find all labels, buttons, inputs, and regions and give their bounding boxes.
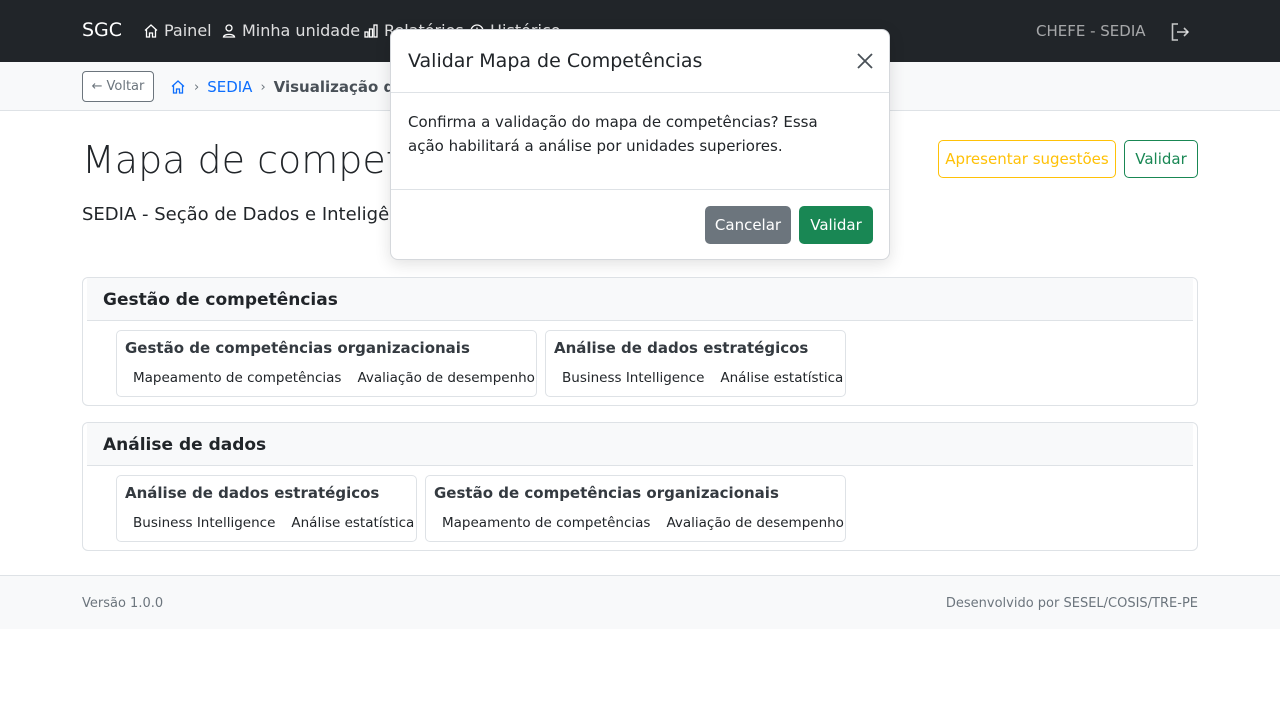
suggest-button[interactable]: Apresentar sugestões bbox=[938, 140, 1116, 178]
knowledge-item: Business Intelligence bbox=[133, 515, 276, 531]
modal-header: Validar Mapa de Competências bbox=[391, 30, 889, 93]
nav-item-painel[interactable]: Painel bbox=[143, 21, 212, 40]
knowledge-item: Avaliação de desempenho bbox=[357, 370, 535, 386]
modal-title: Validar Mapa de Competências bbox=[408, 50, 703, 72]
knowledge-list: Business Intelligence Análise estatístic… bbox=[133, 515, 414, 531]
nav-label: Minha unidade bbox=[242, 21, 361, 40]
logout-icon[interactable] bbox=[1169, 21, 1191, 43]
knowledge-item: Mapeamento de competências bbox=[133, 370, 342, 386]
knowledge-list: Mapeamento de competências Avaliação de … bbox=[442, 515, 844, 531]
person-icon bbox=[222, 23, 236, 38]
validate-modal: Validar Mapa de Competências Confirma a … bbox=[390, 29, 890, 260]
knowledge-list: Mapeamento de competências Avaliação de … bbox=[133, 370, 535, 386]
competency-card-header: Análise de dados bbox=[87, 423, 1193, 466]
nav-label: Painel bbox=[164, 21, 212, 40]
knowledge-item: Business Intelligence bbox=[562, 370, 705, 386]
arrow-left-icon: ← bbox=[91, 79, 103, 94]
nav-item-minha-unidade[interactable]: Minha unidade bbox=[221, 21, 360, 40]
competency-card-header: Gestão de competências bbox=[87, 278, 1193, 321]
cancel-button[interactable]: Cancelar bbox=[705, 206, 791, 244]
house-icon bbox=[144, 23, 158, 38]
house-icon[interactable] bbox=[170, 79, 186, 95]
activity-title: Análise de dados estratégicos bbox=[554, 339, 809, 357]
breadcrumb-separator: › bbox=[194, 79, 200, 95]
confirm-validate-button[interactable]: Validar bbox=[799, 206, 873, 244]
modal-footer: Cancelar Validar bbox=[391, 189, 889, 261]
version-text: Versão 1.0.0 bbox=[82, 596, 164, 611]
activity-card: Análise de dados estratégicos Business I… bbox=[545, 330, 846, 397]
activity-title: Gestão de competências organizacionais bbox=[434, 484, 779, 502]
breadcrumb-separator: › bbox=[260, 79, 266, 95]
activity-title: Análise de dados estratégicos bbox=[125, 484, 380, 502]
knowledge-item: Análise estatística bbox=[720, 370, 844, 386]
activity-card: Gestão de competências organizacionais M… bbox=[116, 330, 537, 397]
bar-chart-icon bbox=[364, 23, 378, 38]
close-icon[interactable] bbox=[856, 52, 874, 70]
competency-card: Gestão de competências Gestão de competê… bbox=[82, 277, 1198, 406]
competency-title: Gestão de competências bbox=[103, 290, 338, 310]
activity-title: Gestão de competências organizacionais bbox=[125, 339, 470, 357]
user-profile[interactable]: CHEFE - SEDIA bbox=[1036, 22, 1146, 40]
knowledge-item: Avaliação de desempenho bbox=[666, 515, 844, 531]
developer-credit: Desenvolvido por SESEL/COSIS/TRE-PE bbox=[945, 596, 1198, 611]
knowledge-item: Análise estatística bbox=[291, 515, 415, 531]
competency-title: Análise de dados bbox=[103, 435, 267, 455]
modal-body-text: Confirma a validação do mapa de competên… bbox=[408, 113, 818, 155]
competency-card: Análise de dados Análise de dados estrat… bbox=[82, 422, 1198, 551]
page-footer: Versão 1.0.0 Desenvolvido por SESEL/COSI… bbox=[0, 575, 1280, 629]
back-label: Voltar bbox=[106, 79, 145, 94]
validate-button[interactable]: Validar bbox=[1124, 140, 1198, 178]
breadcrumb-item-unit[interactable]: SEDIA bbox=[207, 78, 252, 96]
activity-card: Análise de dados estratégicos Business I… bbox=[116, 475, 417, 542]
knowledge-list: Business Intelligence Análise estatístic… bbox=[562, 370, 843, 386]
brand-logo[interactable]: SGC bbox=[82, 19, 122, 41]
activity-card: Gestão de competências organizacionais M… bbox=[425, 475, 846, 542]
back-button[interactable]: ← Voltar bbox=[82, 71, 154, 102]
knowledge-item: Mapeamento de competências bbox=[442, 515, 651, 531]
